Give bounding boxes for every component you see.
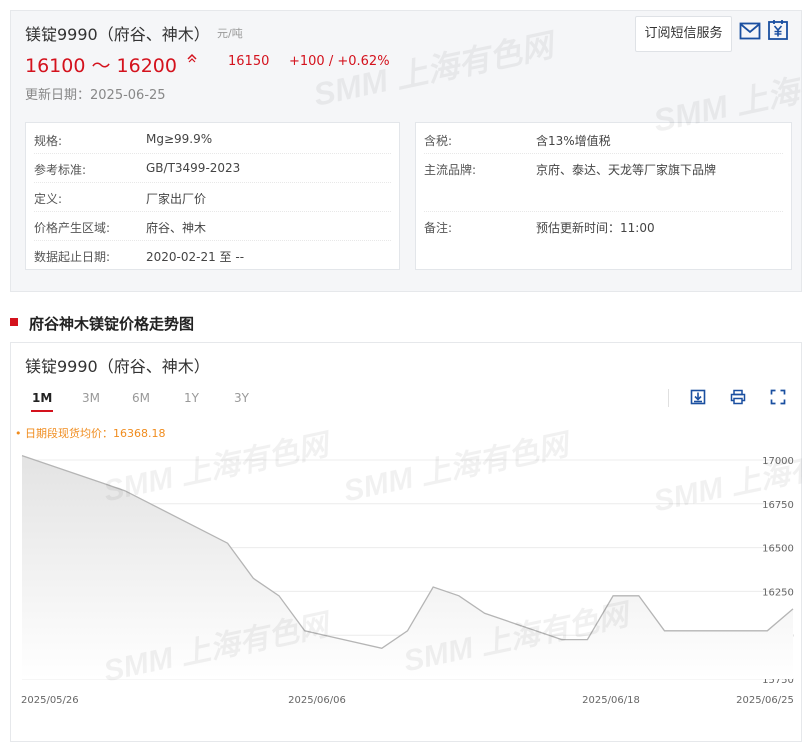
spec-label: 参考标准: — [34, 163, 87, 177]
price-unit: 元/吨 — [217, 27, 243, 40]
update-date: 更新日期：2025-06-25 — [25, 84, 166, 103]
spec-row: 参考标准: GB/T3499-2023 — [34, 154, 391, 183]
download-icon[interactable] — [690, 389, 706, 405]
spec-value: 含13%增值税 — [536, 134, 611, 148]
update-value: 2025-06-25 — [90, 88, 166, 103]
toolbar-divider — [668, 389, 669, 407]
update-label: 更新日期： — [25, 88, 91, 103]
product-title: 镁锭9990（府谷、神木） — [25, 25, 210, 44]
spec-label: 数据起止日期: — [34, 250, 111, 264]
spec-row: 主流品牌: 京府、泰达、天龙等厂家旗下品牌 — [424, 154, 783, 212]
x-tick-label: 2025/06/06 — [288, 695, 346, 706]
spec-panel-left: 规格: Mg≥99.9% 参考标准: GB/T3499-2023 定义: 厂家出… — [25, 122, 400, 270]
spec-row: 数据起止日期: 2020-02-21 至 -- — [34, 241, 391, 270]
period-average-label: • 日期段现货均价：16368.18 — [15, 427, 166, 440]
price-change: +100 / +0.62% — [289, 54, 390, 69]
chart-card: 1575016000162501650016750170002025/05/26… — [10, 342, 802, 742]
spec-value: Mg≥99.9% — [146, 132, 213, 146]
price-average: 16150 — [228, 54, 270, 69]
spec-label: 主流品牌: — [424, 163, 477, 177]
spec-row: 规格: Mg≥99.9% — [34, 125, 391, 154]
x-tick-label: 2025/06/18 — [582, 695, 640, 706]
spec-row: 含税: 含13%增值税 — [424, 125, 783, 154]
spec-value: 预估更新时间：11:00 — [536, 221, 655, 235]
spec-value: GB/T3499-2023 — [146, 161, 241, 175]
tab-3y[interactable]: 3Y — [234, 391, 249, 405]
series-area — [22, 455, 793, 679]
mail-icon[interactable] — [739, 21, 761, 41]
y-tick-label: 16250 — [762, 587, 794, 598]
spec-label: 定义: — [34, 192, 63, 206]
tab-6m[interactable]: 6M — [132, 391, 150, 405]
section-marker — [10, 318, 18, 326]
spec-label: 备注: — [424, 221, 453, 235]
fullscreen-icon[interactable] — [770, 389, 786, 405]
y-tick-label: 17000 — [762, 456, 794, 467]
tab-1m[interactable]: 1M — [32, 391, 52, 405]
spec-label: 价格产生区域: — [34, 221, 111, 235]
price-up-icon — [187, 53, 197, 63]
spec-row: 备注: 预估更新时间：11:00 — [424, 212, 783, 241]
spec-row: 价格产生区域: 府谷、神木 — [34, 212, 391, 241]
spec-value: 府谷、神木 — [146, 221, 207, 235]
x-tick-label: 2025/05/26 — [21, 695, 79, 706]
chart-title: 镁锭9990（府谷、神木） — [25, 357, 210, 376]
subscribe-sms-button[interactable]: 订阅短信服务 — [635, 16, 732, 52]
spec-value: 2020-02-21 至 -- — [146, 250, 245, 264]
section-title: 府谷神木镁锭价格走势图 — [29, 315, 195, 333]
quote-card: 镁锭9990（府谷、神木） 元/吨 订阅短信服务 16100 ～ 16200 1… — [10, 10, 802, 292]
print-icon[interactable] — [730, 389, 746, 405]
tab-3m[interactable]: 3M — [82, 391, 100, 405]
price-range: 16100 ～ 16200 — [25, 55, 177, 77]
spec-value: 京府、泰达、天龙等厂家旗下品牌 — [536, 163, 717, 177]
tab-1y[interactable]: 1Y — [184, 391, 199, 405]
active-tab-indicator — [31, 410, 53, 412]
price-trend-chart: 1575016000162501650016750170002025/05/26… — [21, 454, 794, 706]
spec-label: 含税: — [424, 134, 453, 148]
spec-value: 厂家出厂价 — [146, 192, 207, 206]
spec-row: 定义: 厂家出厂价 — [34, 183, 391, 212]
y-tick-label: 16500 — [762, 544, 794, 555]
x-tick-label: 2025/06/25 — [736, 695, 794, 706]
y-tick-label: 16750 — [762, 500, 794, 511]
yuan-icon[interactable] — [767, 19, 789, 41]
spec-panel-right: 含税: 含13%增值税 主流品牌: 京府、泰达、天龙等厂家旗下品牌 备注: 预估… — [415, 122, 792, 270]
spec-label: 规格: — [34, 134, 63, 148]
